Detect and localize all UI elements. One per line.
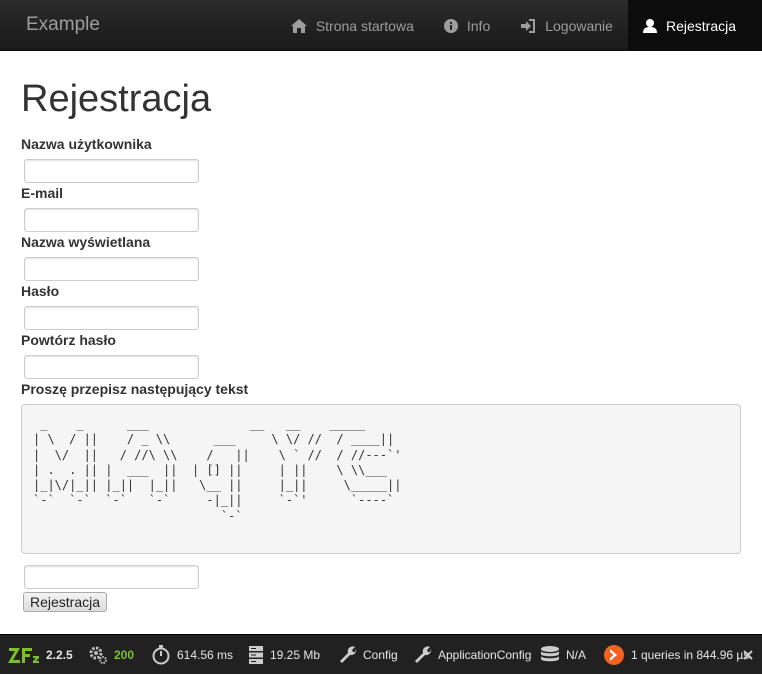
config-item[interactable]: Config [339,635,398,675]
close-toolbar-button[interactable] [743,635,753,675]
memory-item[interactable]: 19.25 Mb [248,635,320,675]
nav-item-label: Info [466,17,491,34]
username-label: Nazwa użytkownika [21,136,152,152]
database-icon [541,646,559,662]
top-navbar: Example Strona startowa Info Logowanie R… [0,0,762,51]
developer-toolbar: 2.2.5 200 614.56 ms 19.25 Mb Config Appl… [0,634,762,674]
password-repeat-label: Powtórz hasło [21,332,116,348]
stopwatch-icon [152,645,170,665]
zf-arrow-icon [604,645,624,665]
login-icon [521,18,536,33]
config-label: Config [363,648,398,662]
display-name-label: Nazwa wyświetlana [21,234,151,250]
captcha-label: Proszę przepisz następujący tekst [21,381,249,397]
zf-logo-icon [8,648,39,663]
nav-item-label: Rejestracja [665,17,736,34]
brand-link[interactable]: Example [26,14,100,36]
app-config-item[interactable]: ApplicationConfig [414,635,531,675]
gears-icon [89,646,107,664]
zf-version-item[interactable]: 2.2.5 [8,635,73,675]
email-label: E-mail [21,185,64,201]
db-item[interactable]: N/A [540,635,586,675]
status-code: 200 [114,648,135,662]
nav-item-label: Logowanie [545,17,613,34]
user-icon [642,18,657,33]
display-name-input[interactable] [24,257,199,281]
app-config-label: ApplicationConfig [438,648,532,662]
time-item[interactable]: 614.56 ms [151,635,233,675]
password-input[interactable] [24,306,199,330]
main-nav: Strona startowa Info Logowanie Rejestrac… [276,0,762,51]
email-input[interactable] [24,208,199,232]
close-icon [743,650,753,660]
password-repeat-input[interactable] [24,355,199,379]
info-icon [443,18,458,33]
register-button[interactable]: Rejestracja [23,592,108,612]
page-title: Rejestracja [21,78,212,120]
memory-value: 19.25 Mb [270,648,321,662]
nav-item-register[interactable]: Rejestracja [627,0,762,51]
queries-value: 1 queries in 844.96 µs [631,648,750,662]
home-icon [290,18,307,33]
request-item[interactable]: 200 [88,635,134,675]
password-label: Hasło [21,283,60,299]
username-input[interactable] [24,159,199,183]
wrench-icon [415,646,432,663]
nav-item-login[interactable]: Logowanie [505,0,628,51]
nav-item-home[interactable]: Strona startowa [276,0,429,51]
db-value: N/A [566,648,587,662]
queries-item[interactable]: 1 queries in 844.96 µs [603,635,749,675]
time-value: 614.56 ms [177,648,234,662]
wrench-icon [340,646,357,663]
nav-item-label: Strona startowa [315,17,414,34]
nav-item-info[interactable]: Info [429,0,505,51]
zf-version: 2.2.5 [46,648,73,662]
captcha-input[interactable] [24,565,199,589]
memory-icon [249,646,263,664]
captcha-image: _ _ ___ __ __ _____ | \ / || / _ \\ ___ … [21,404,741,554]
